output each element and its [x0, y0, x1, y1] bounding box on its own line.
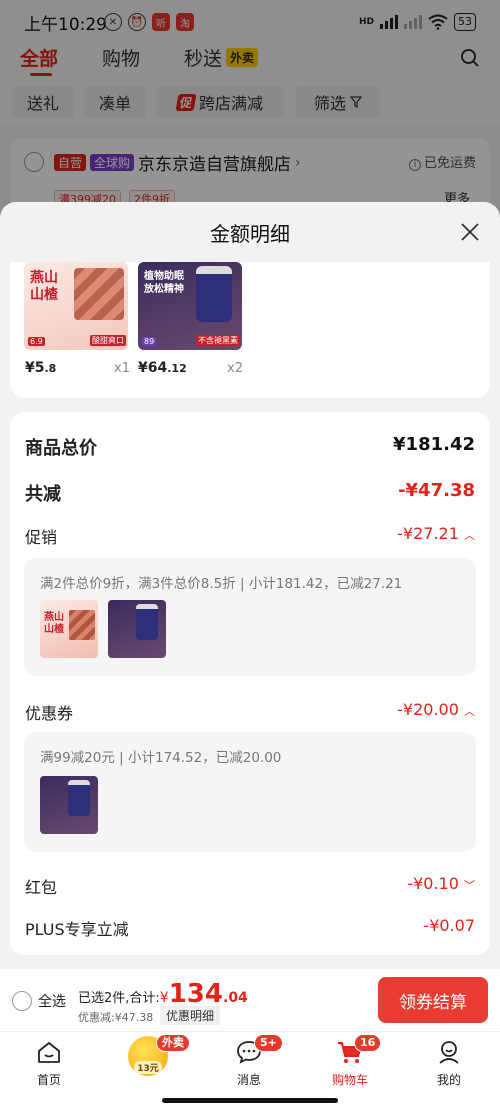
hawthorn-name-line2: 山楂 — [30, 287, 58, 303]
nav-messages-label: 消息 — [236, 1073, 261, 1087]
summary-card: 商品总价 ¥181.42 共减 -¥47.38 促销 -¥27.21 ︿ 满2件… — [10, 412, 490, 955]
close-icon[interactable] — [460, 222, 480, 242]
hawthorn-thumb-price: 6.9 — [28, 337, 45, 346]
sleep-name-line2: 放松精神 — [144, 284, 184, 295]
total-dec: .04 — [223, 990, 248, 1006]
waimai-coin-text: 13元 — [134, 1061, 162, 1074]
saved-value: -¥47.38 — [398, 480, 475, 501]
sleep-bottle-image — [196, 266, 232, 322]
hawthorn-badge: 酸甜爽口 — [90, 335, 126, 346]
promo-label: 促销 — [25, 528, 58, 547]
saved-label: 共减 — [25, 484, 61, 505]
profile-icon — [439, 1041, 459, 1064]
hawthorn-price-int: ¥5 — [25, 360, 45, 376]
sleep-price-int: ¥64 — [138, 360, 168, 376]
promo-value: -¥27.21 — [397, 524, 459, 543]
product-thumb-hawthorn[interactable]: 燕山 山楂 6.9 酸甜爽口 — [24, 262, 128, 350]
chevron-up-icon: ︿ — [464, 705, 475, 718]
nav-home-label: 首页 — [36, 1073, 61, 1087]
select-all-label[interactable]: 全选 — [38, 991, 66, 1011]
hawthorn-product-image — [74, 268, 124, 320]
product-thumb-sleep[interactable]: 植物助眠放松精神 89 不含褪黑素 — [138, 262, 242, 350]
redpacket-row-toggle[interactable]: -¥0.10 ﹀ — [407, 874, 475, 893]
promo-thumb-sleep — [108, 600, 166, 658]
home-icon — [38, 1042, 60, 1063]
coupon-label: 优惠券 — [25, 704, 74, 723]
hawthorn-qty: x1 — [114, 361, 130, 376]
nav-cart-label: 购物车 — [331, 1073, 368, 1087]
sleep-badge: 不含褪黑素 — [196, 335, 240, 346]
home-indicator — [162, 1098, 338, 1103]
hawthorn-price-dec: .8 — [44, 362, 57, 375]
sheet-title: 金额明细 — [210, 222, 290, 246]
total-int: 134 — [168, 979, 223, 1009]
cart-badge: 16 — [354, 1034, 382, 1052]
chevron-up-icon: ︿ — [464, 529, 475, 542]
promo-row-toggle[interactable]: -¥27.21 ︿ — [397, 524, 475, 543]
coupon-value: -¥20.00 — [397, 700, 459, 719]
sleep-price-dec: .12 — [167, 362, 187, 375]
promo-detail-box: 满2件总价9折，满3件总价8.5折 | 小计181.42，已减27.21 燕山山… — [24, 558, 476, 676]
coupon-row-toggle[interactable]: -¥20.00 ︿ — [397, 700, 475, 719]
chevron-down-icon: ﹀ — [464, 879, 475, 892]
nav-home[interactable]: 首页 — [14, 1038, 84, 1088]
coupon-detail-box: 满99减20元 | 小计174.52，已减20.00 — [24, 732, 476, 852]
nav-me[interactable]: 我的 — [414, 1038, 484, 1088]
total-value: ¥181.42 — [393, 434, 475, 455]
hawthorn-price: ¥5.8 — [25, 360, 56, 376]
sleep-price: ¥64.12 — [138, 360, 187, 376]
sleep-name-line1: 植物助眠 — [144, 271, 184, 282]
promo-thumb-hawthorn: 燕山 山楂 — [40, 600, 98, 658]
currency-symbol: ¥ — [159, 990, 169, 1006]
nav-me-label: 我的 — [436, 1073, 461, 1087]
select-all-radio[interactable] — [12, 991, 32, 1011]
discount-amount: 优惠减:¥47.38 — [78, 1011, 154, 1024]
redpacket-value: -¥0.10 — [407, 874, 459, 893]
hawthorn-name-line1: 燕山 — [30, 270, 58, 286]
total-label: 商品总价 — [25, 438, 97, 459]
promo-detail-text: 满2件总价9折，满3件总价8.5折 | 小计181.42，已减27.21 — [40, 576, 403, 592]
selected-count: 已选2件,合计: — [78, 991, 160, 1006]
plus-value: -¥0.07 — [423, 916, 475, 935]
plus-label: PLUS专享立减 — [25, 920, 129, 939]
waimai-badge: 外卖 — [156, 1034, 190, 1052]
discount-detail-button[interactable]: 优惠明细 — [160, 1006, 221, 1025]
redpacket-label: 红包 — [25, 878, 58, 897]
total-line: 已选2件,合计:¥134.04 — [78, 979, 248, 1009]
checkout-button[interactable]: 领券结算 — [378, 977, 488, 1023]
sleep-thumb-price: 89 — [142, 337, 157, 346]
coupon-detail-text: 满99减20元 | 小计174.52，已减20.00 — [40, 750, 282, 766]
products-card: 燕山 山楂 6.9 酸甜爽口 植物助眠 放松精神 89 不含褪黑素 ¥5.8 x1 … — [10, 262, 490, 398]
messages-badge: 5+ — [254, 1034, 283, 1052]
sleep-qty: x2 — [227, 361, 243, 376]
coupon-thumb-sleep — [40, 776, 98, 834]
